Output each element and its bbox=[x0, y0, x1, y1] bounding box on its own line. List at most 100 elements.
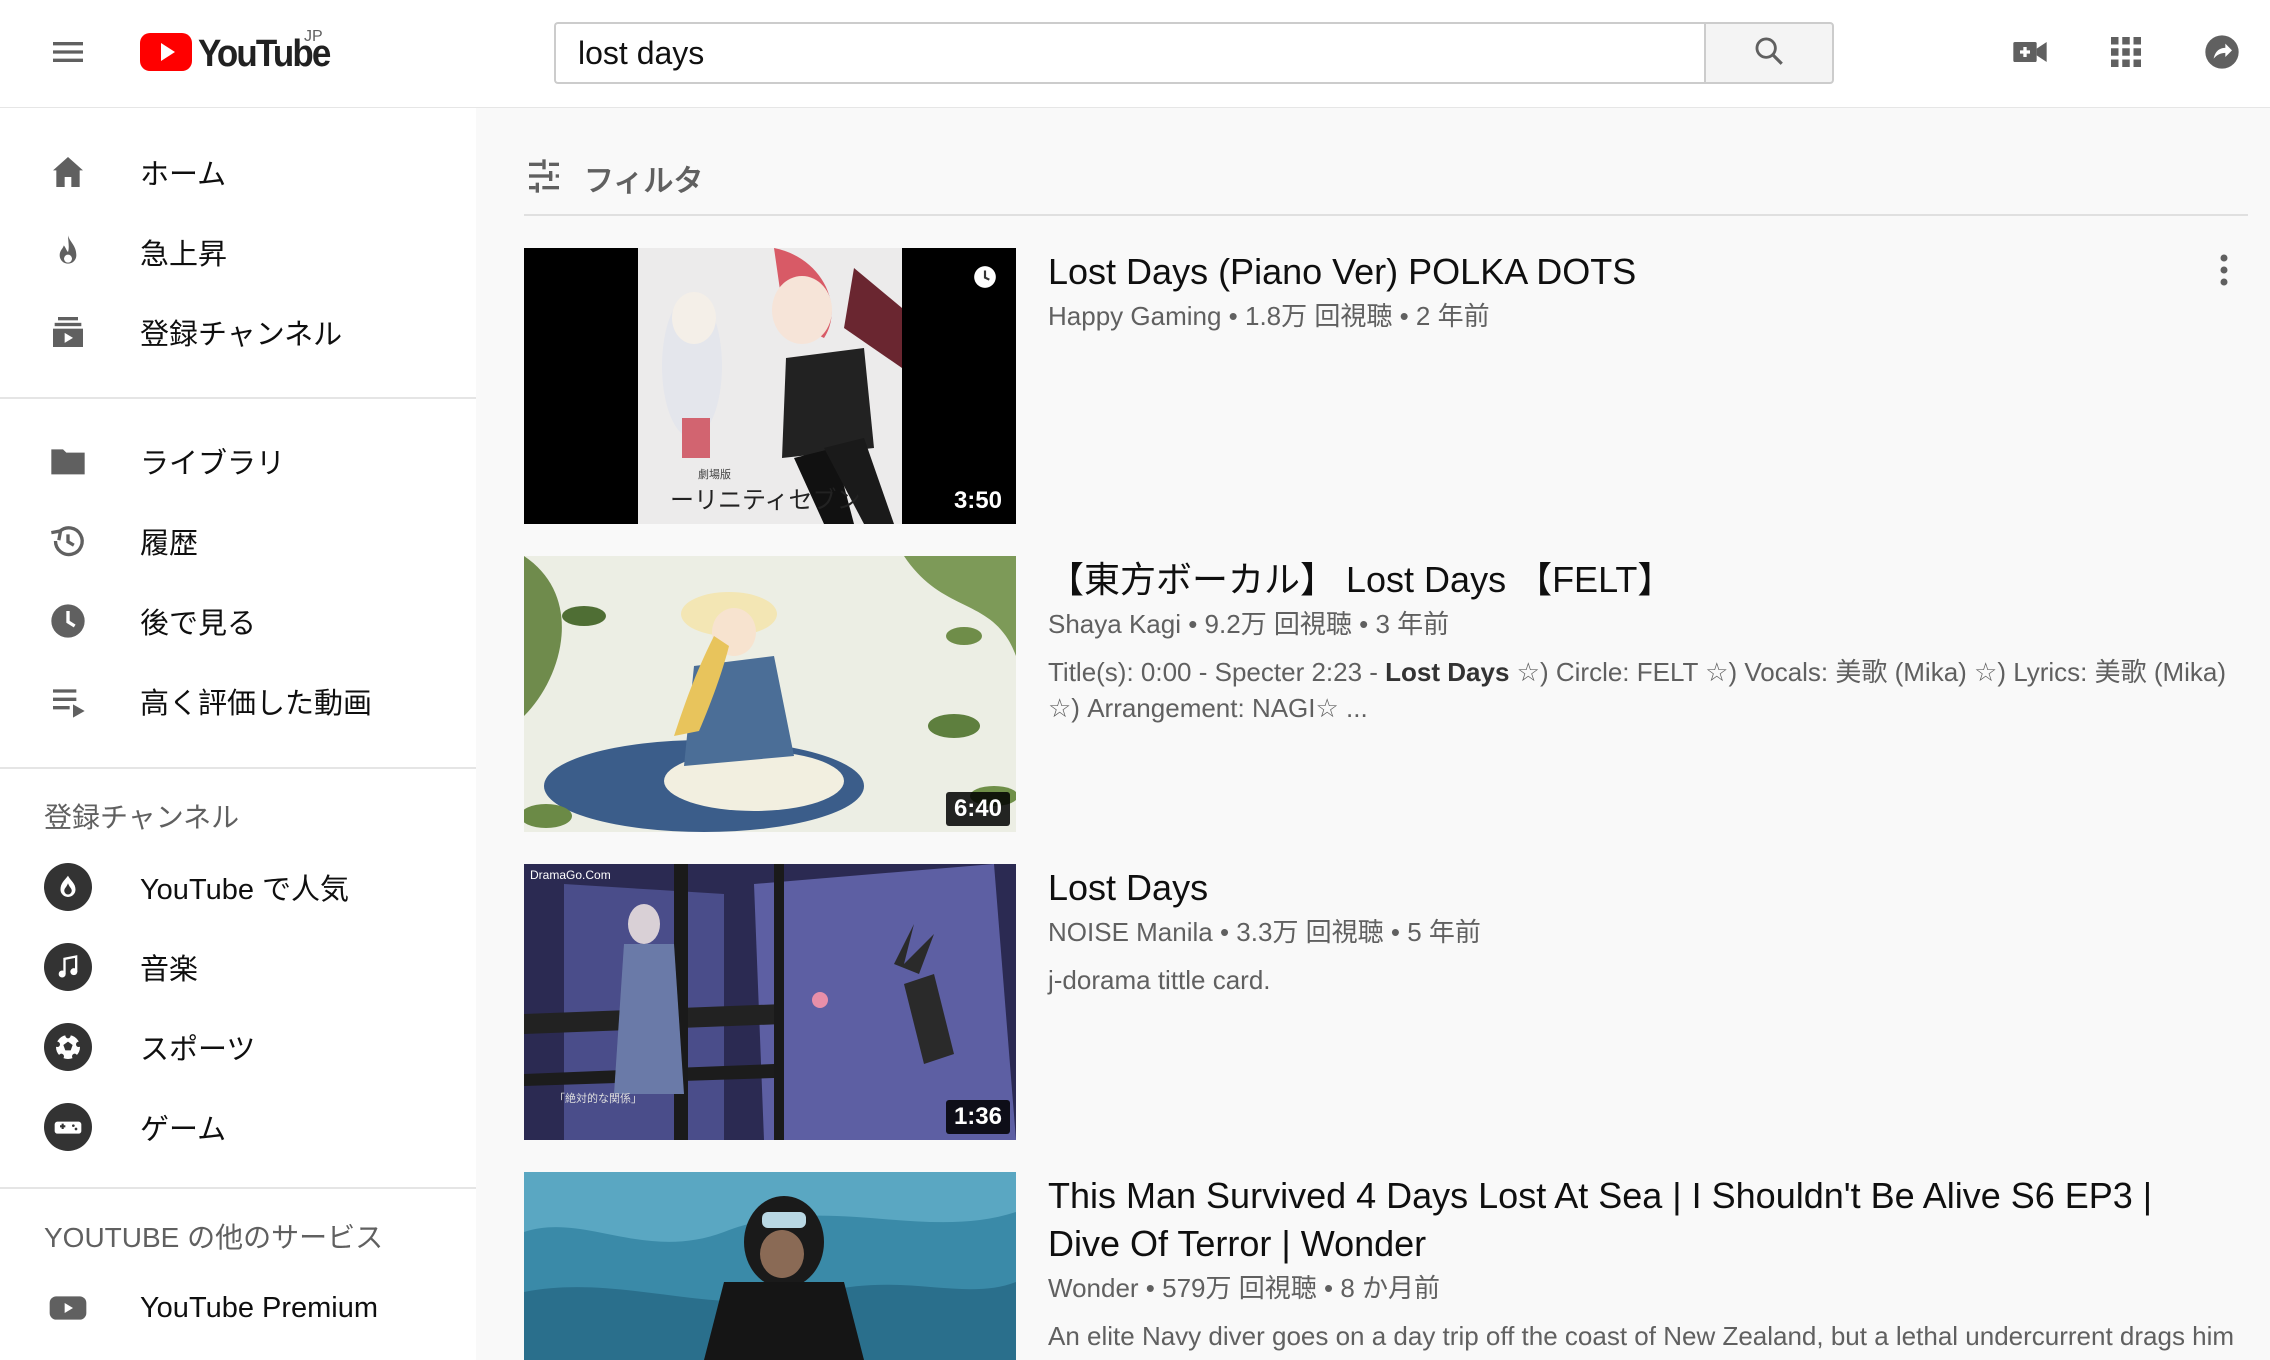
search-icon bbox=[1752, 34, 1786, 73]
sidebar-divider bbox=[0, 397, 476, 399]
thumbnail-watermark: DramaGo.Com bbox=[530, 868, 611, 882]
thumbnail-caption: 「絶対的な関係」 bbox=[554, 1093, 642, 1105]
channel-name[interactable]: Shaya Kagi bbox=[1048, 609, 1181, 639]
video-description: Title(s): 0:00 - Specter 2:23 - Lost Day… bbox=[1048, 654, 2248, 726]
sidebar-item-label: ライブラリ bbox=[140, 448, 286, 480]
share-arrow-icon bbox=[2202, 32, 2242, 77]
library-folder-icon bbox=[44, 437, 92, 485]
sidebar-item-label: 後で見る bbox=[140, 608, 257, 640]
youtube-premium-icon bbox=[44, 1284, 92, 1332]
description-highlight: Lost Days bbox=[1385, 657, 1510, 687]
guide-menu-button[interactable] bbox=[38, 24, 98, 84]
sidebar-item-gaming[interactable]: ゲーム bbox=[0, 1087, 476, 1167]
subscriptions-section-title: 登録チャンネル bbox=[44, 802, 240, 833]
duration-badge: 6:40 bbox=[945, 792, 1010, 826]
video-result: 6:40 【東方ボーカル】 Lost Days 【FELT】 Shaya Kag… bbox=[524, 556, 2248, 832]
filter-label: フィルタ bbox=[584, 165, 704, 198]
video-description: j-dorama tittle card. bbox=[1048, 965, 1271, 995]
sidebar-item-home[interactable]: ホーム bbox=[0, 132, 476, 212]
subscriptions-icon bbox=[44, 308, 92, 356]
sidebar-item-label: 高く評価した動画 bbox=[140, 688, 373, 720]
video-metadata: NOISE Manila • 3.3万 回視聴 • 5 年前 bbox=[1048, 917, 1481, 947]
hamburger-menu-icon bbox=[48, 32, 88, 77]
watch-later-icon bbox=[44, 597, 92, 645]
sidebar-item-library[interactable]: ライブラリ bbox=[0, 421, 476, 501]
search-input[interactable] bbox=[556, 24, 1704, 82]
sidebar-item-label: 音楽 bbox=[140, 954, 199, 986]
channel-name[interactable]: Wonder bbox=[1048, 1273, 1139, 1303]
sidebar-divider bbox=[0, 767, 476, 769]
music-icon bbox=[44, 943, 92, 991]
more-actions-button[interactable] bbox=[2204, 248, 2244, 296]
video-thumbnail[interactable]: DramaGo.Com 「絶対的な関係」 1:36 bbox=[524, 864, 1016, 1140]
video-thumbnail[interactable]: ーリニティセブン 劇場版 3:50 bbox=[524, 248, 1016, 524]
sidebar-item-trending[interactable]: 急上昇 bbox=[0, 212, 476, 292]
thumbnail-small-text: 劇場版 bbox=[698, 469, 731, 481]
video-title[interactable]: Lost Days (Piano Ver) POLKA DOTS bbox=[1048, 248, 2208, 296]
video-result: This Man Survived 4 Days Lost At Sea | I… bbox=[524, 1172, 2248, 1360]
video-thumbnail[interactable] bbox=[524, 1172, 1016, 1360]
video-thumbnail[interactable]: 6:40 bbox=[524, 556, 1016, 832]
history-icon bbox=[44, 517, 92, 565]
sidebar-item-label: YouTube で人気 bbox=[140, 874, 350, 906]
sidebar-item-label: ホーム bbox=[140, 159, 227, 191]
sidebar-item-label: YouTube Premium bbox=[140, 1291, 379, 1324]
video-title[interactable]: 【東方ボーカル】 Lost Days 【FELT】 bbox=[1048, 556, 2208, 604]
sidebar-item-sports[interactable]: スポーツ bbox=[0, 1007, 476, 1087]
video-description: An elite Navy diver goes on a day trip o… bbox=[1048, 1321, 2235, 1351]
upload-age: 5 年前 bbox=[1407, 917, 1481, 947]
sidebar-item-music[interactable]: 音楽 bbox=[0, 927, 476, 1007]
sidebar-item-popular[interactable]: YouTube で人気 bbox=[0, 847, 476, 927]
duration-badge: 3:50 bbox=[945, 484, 1010, 518]
duration-badge: 1:36 bbox=[945, 1100, 1010, 1134]
video-result: ーリニティセブン 劇場版 3:50 Lost Days (Piano Ver) … bbox=[524, 248, 2248, 524]
video-metadata: Shaya Kagi • 9.2万 回視聴 • 3 年前 bbox=[1048, 609, 1450, 639]
view-count: 3.3万 回視聴 bbox=[1236, 917, 1384, 947]
thumbnail-image bbox=[524, 556, 1016, 832]
more-services-section-title: YOUTUBE の他のサービス bbox=[44, 1222, 384, 1253]
upload-age: 3 年前 bbox=[1375, 609, 1450, 639]
create-video-button[interactable] bbox=[2000, 24, 2060, 84]
sidebar-item-watch-later[interactable]: 後で見る bbox=[0, 581, 476, 661]
sidebar-item-label: 急上昇 bbox=[140, 239, 228, 271]
video-camera-add-icon bbox=[2010, 32, 2050, 77]
sidebar-item-subscriptions[interactable]: 登録チャンネル bbox=[0, 292, 476, 372]
guide-sidebar: ホーム 急上昇 登録チャンネル ライブラリ 履歴 後で見る 高く評価した動画 登… bbox=[0, 108, 476, 1360]
upload-age: 8 か月前 bbox=[1340, 1273, 1440, 1303]
trending-icon bbox=[44, 228, 92, 276]
filter-button[interactable]: フィルタ bbox=[524, 150, 703, 206]
video-metadata: Wonder • 579万 回視聴 • 8 か月前 bbox=[1048, 1273, 1440, 1303]
sidebar-item-label: スポーツ bbox=[140, 1034, 256, 1066]
sidebar-item-label: 登録チャンネル bbox=[140, 319, 343, 351]
youtube-play-logo-icon bbox=[140, 32, 192, 76]
apps-button[interactable] bbox=[2096, 24, 2156, 84]
video-title[interactable]: This Man Survived 4 Days Lost At Sea | I… bbox=[1048, 1172, 2188, 1268]
sidebar-item-youtube-premium[interactable]: YouTube Premium bbox=[0, 1268, 476, 1348]
channel-name[interactable]: Happy Gaming bbox=[1048, 301, 1221, 331]
search-box bbox=[554, 22, 1704, 84]
sports-icon bbox=[44, 1023, 92, 1071]
view-count: 1.8万 回視聴 bbox=[1244, 301, 1393, 331]
gaming-icon bbox=[44, 1103, 92, 1151]
watch-later-button[interactable] bbox=[968, 262, 1002, 296]
search-button[interactable] bbox=[1704, 22, 1834, 84]
messages-button[interactable] bbox=[2192, 24, 2252, 84]
sidebar-item-history[interactable]: 履歴 bbox=[0, 501, 476, 581]
popular-icon bbox=[44, 863, 92, 911]
description-text: Title(s): 0:00 - Specter 2:23 - bbox=[1048, 657, 1386, 687]
video-title[interactable]: Lost Days bbox=[1048, 864, 2208, 912]
view-count: 9.2万 回視聴 bbox=[1204, 609, 1352, 639]
sidebar-item-liked-videos[interactable]: 高く評価した動画 bbox=[0, 661, 476, 741]
logo-region-code: JP bbox=[304, 28, 323, 45]
view-count: 579万 回視聴 bbox=[1162, 1273, 1317, 1303]
sidebar-item-label: ゲーム bbox=[140, 1114, 227, 1146]
filter-divider bbox=[524, 214, 2248, 216]
channel-name[interactable]: NOISE Manila bbox=[1048, 917, 1213, 947]
vertical-dots-icon bbox=[2218, 252, 2230, 293]
home-icon bbox=[44, 148, 92, 196]
upload-age: 2 年前 bbox=[1415, 301, 1490, 331]
youtube-logo[interactable]: YouTube JP bbox=[140, 28, 341, 78]
thumbnail-image bbox=[524, 1172, 1016, 1360]
masthead: YouTube JP bbox=[0, 0, 2270, 108]
filter-sliders-icon bbox=[524, 156, 564, 201]
